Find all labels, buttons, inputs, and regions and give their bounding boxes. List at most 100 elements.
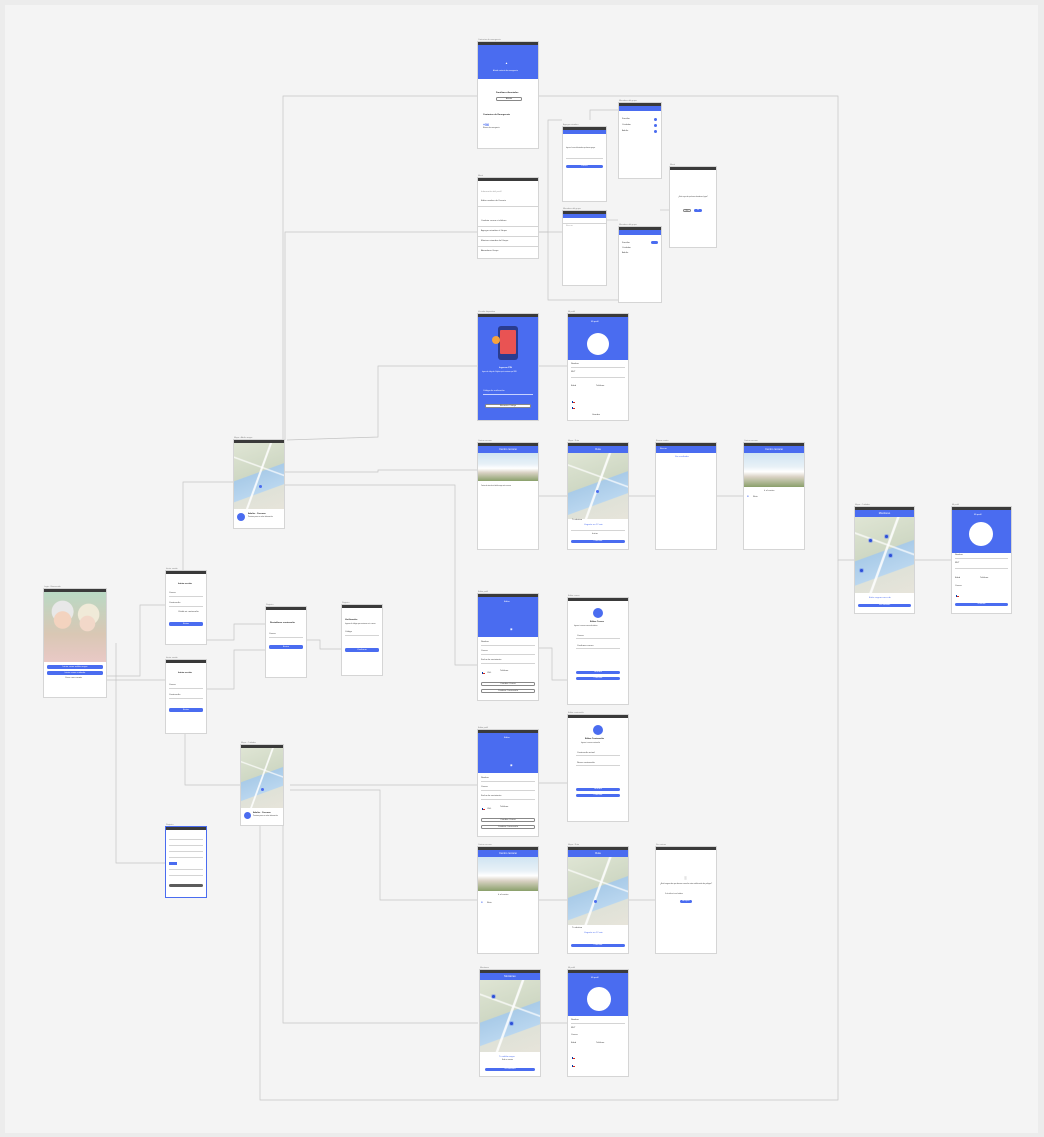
caption-register: Registro: [266, 604, 274, 606]
profile-save-button[interactable]: Guardar: [955, 603, 1008, 606]
screen-add-member: Ingresa el correo del miembro que deseas…: [563, 127, 606, 201]
menu-item-4[interactable]: Abandonar Grupo: [481, 250, 498, 252]
sms-code-field[interactable]: Código de verificación: [483, 390, 505, 392]
email-field[interactable]: Correo: [169, 592, 176, 594]
verify-code-field[interactable]: Código: [345, 631, 352, 633]
password-field[interactable]: Contraseña: [169, 694, 180, 696]
start-caregiver-button[interactable]: Iniciar como cuidador: [47, 671, 103, 675]
map-card-body: Presiona para ver más información: [253, 816, 278, 817]
country-code[interactable]: CHL: [487, 808, 491, 810]
login-button[interactable]: Entrar: [169, 622, 203, 626]
login-button[interactable]: Entrar: [169, 708, 203, 712]
edit-field-email[interactable]: Correo: [481, 786, 488, 788]
reset-send-button[interactable]: Enviar: [269, 645, 303, 649]
profile-avatar[interactable]: [969, 522, 993, 546]
email-field[interactable]: Correo: [169, 684, 176, 686]
profile-avatar[interactable]: [587, 987, 611, 1011]
center-list-item[interactable]: Ruta: [487, 902, 492, 904]
person-pin-icon[interactable]: [885, 535, 888, 538]
edit-field-phone[interactable]: Teléfono: [500, 670, 508, 672]
contacts-banner[interactable]: Añadir contacto de emergencia ▲: [478, 45, 538, 79]
leave-yes-button[interactable]: Sí: [694, 209, 702, 212]
person-pin-icon[interactable]: [889, 554, 892, 557]
search-input[interactable]: Buscar: [660, 448, 667, 450]
avatar[interactable]: [237, 513, 245, 521]
start-elder-button[interactable]: Iniciar como adulto mayor: [47, 665, 103, 669]
screen-center-b: Centro cercano Ir al centro ● Ruta: [744, 443, 804, 549]
tracking-details-button[interactable]: Ver detalles: [485, 1068, 535, 1071]
person-pin-icon[interactable]: [510, 1022, 513, 1025]
role-item-2[interactable]: Adulto: [622, 130, 628, 132]
edit-field-name[interactable]: Nombre: [481, 777, 489, 779]
menu-item-3[interactable]: Eliminar miembro del Grupo: [481, 240, 508, 242]
map-view[interactable]: [568, 453, 628, 519]
menu-item-2[interactable]: Agregar miembro al Grupo: [481, 230, 507, 232]
current-pass-field[interactable]: Contraseña actual: [577, 752, 595, 754]
caption-edit-b: Editar perfil: [478, 727, 489, 729]
signup-button[interactable]: [169, 884, 203, 887]
add-family-button[interactable]: Añadir: [496, 97, 522, 101]
menu-item-0[interactable]: Editar nombre de Usuario: [481, 200, 506, 202]
save-pass-button[interactable]: Guardar: [576, 788, 620, 791]
add-member-send-button[interactable]: Enviar: [566, 165, 603, 168]
person-pin-icon[interactable]: [869, 539, 872, 542]
route-start-link[interactable]: Iniciar: [592, 533, 598, 535]
profile-save-link[interactable]: Guardar: [592, 414, 600, 416]
map-view[interactable]: [568, 857, 628, 925]
new-email-field[interactable]: Correo: [577, 635, 584, 637]
new-pass-field[interactable]: Nueva contraseña: [577, 762, 595, 764]
selected-option[interactable]: [169, 862, 177, 865]
chile-flag-icon: [572, 1057, 575, 1059]
screen-contacts: Añadir contacto de emergencia ▲ Familiar…: [478, 42, 538, 148]
center-list-item[interactable]: Ruta: [753, 496, 758, 498]
route-cancel-button[interactable]: Cancelar: [571, 944, 625, 947]
leave-no-button[interactable]: No: [683, 209, 691, 212]
edit-field-birth[interactable]: Fecha de nacimiento: [481, 659, 501, 661]
edit-field-birth[interactable]: Fecha de nacimiento: [481, 795, 501, 797]
route-card-body: Llegarás en 12 min: [584, 932, 603, 934]
forgot-password-link[interactable]: Olvidé mi contraseña: [178, 611, 199, 613]
camera-icon[interactable]: ◉: [510, 628, 513, 631]
create-account-link[interactable]: Crear una cuenta: [65, 677, 82, 679]
role-toggle[interactable]: [651, 241, 658, 244]
role-item-1[interactable]: Cuidador: [622, 247, 631, 249]
center-header: Centro cercano: [478, 850, 538, 857]
edit-field-phone[interactable]: Teléfono: [500, 806, 508, 808]
map-view[interactable]: [234, 443, 284, 509]
country-code[interactable]: CHL: [487, 672, 491, 674]
role-item-0[interactable]: Familiar: [622, 118, 630, 120]
change-email-button[interactable]: Cambiar Correo: [481, 682, 535, 686]
menu-item-1[interactable]: Cambiar correo o teléfono: [481, 220, 506, 222]
camera-icon[interactable]: ◉: [510, 764, 513, 767]
edit-field-email[interactable]: Correo: [481, 650, 488, 652]
change-password-button[interactable]: Cambiar Contraseña: [481, 689, 535, 693]
save-email-button[interactable]: Guardar: [576, 671, 620, 674]
map-view[interactable]: [480, 980, 540, 1052]
map-view[interactable]: [241, 748, 283, 808]
change-password-button[interactable]: Cambiar Contraseña: [481, 825, 535, 829]
route-cancel-button[interactable]: Cancelar: [571, 540, 625, 543]
person-pin-icon[interactable]: [860, 569, 863, 572]
password-field[interactable]: Contraseña: [169, 602, 180, 604]
reset-email-field[interactable]: Correo: [269, 633, 276, 635]
resend-code-button[interactable]: Reenviar Código: [485, 404, 531, 408]
cancel-pass-button[interactable]: Cancelar: [576, 794, 620, 797]
role-item-1[interactable]: Cuidador: [622, 124, 631, 126]
cancel-email-button[interactable]: Cancelar: [576, 677, 620, 680]
edit-field-name[interactable]: Nombre: [481, 641, 489, 643]
confirm-email-field[interactable]: Confirmar correo: [577, 645, 593, 647]
change-email-button[interactable]: Cambiar Correo: [481, 818, 535, 822]
danger-accept-button[interactable]: Aceptar: [680, 900, 692, 903]
role-item-2[interactable]: Adulto: [622, 252, 628, 254]
caption-members: Miembros del grupo: [563, 208, 581, 210]
chile-flag-icon: [572, 401, 575, 403]
person-pin-icon[interactable]: [492, 995, 495, 998]
profile-avatar[interactable]: [587, 333, 609, 355]
avatar[interactable]: [244, 812, 251, 819]
map-view[interactable]: [855, 517, 914, 593]
family-section-title: Familiares Asociados: [496, 92, 519, 94]
verify-confirm-button[interactable]: Confirmar: [345, 648, 379, 652]
role-item-0[interactable]: Familiar: [622, 242, 630, 244]
login-title: Iniciar sesión: [178, 672, 192, 674]
right-map-details-button[interactable]: Ver detalles: [858, 604, 911, 607]
